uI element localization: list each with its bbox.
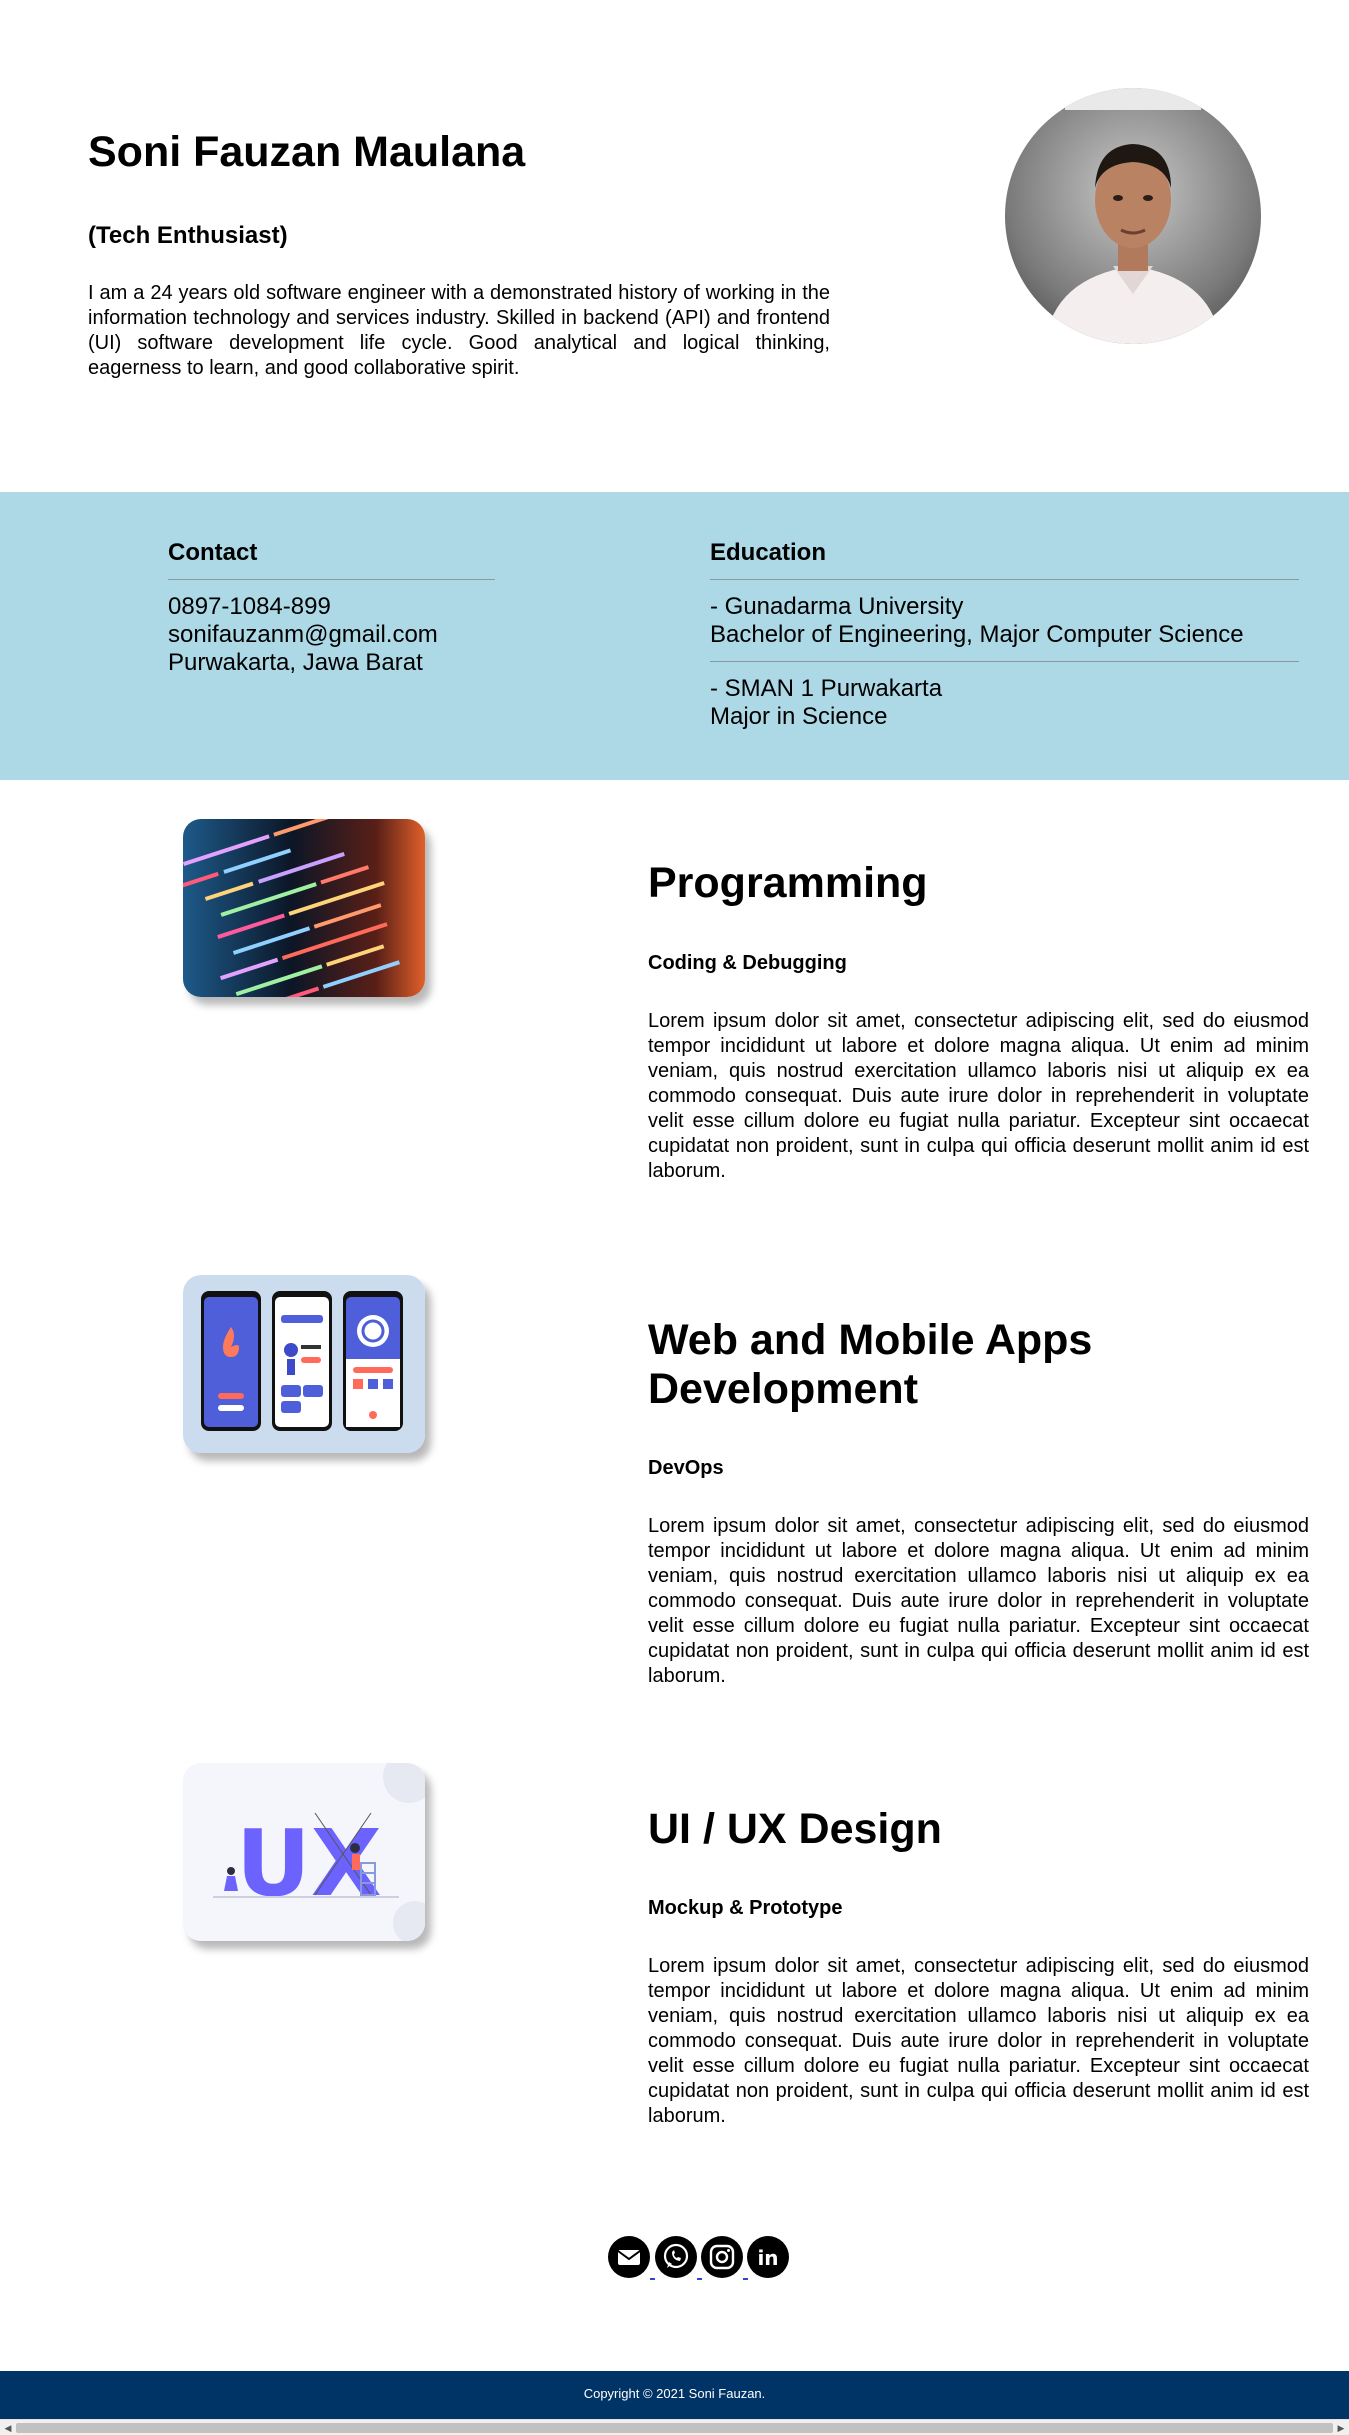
education-divider	[710, 579, 1299, 580]
service-subtitle: DevOps	[648, 1457, 724, 1479]
instagram-icon	[709, 2244, 735, 2270]
contact-title: Contact	[168, 539, 258, 566]
service-description: Lorem ipsum dolor sit amet, consectetur …	[648, 1955, 1309, 2127]
horizontal-scrollbar[interactable]: ◀ ▶	[0, 2419, 1349, 2435]
link-underline	[743, 2278, 748, 2280]
service-description: Lorem ipsum dolor sit amet, consectetur …	[648, 1515, 1309, 1687]
ux-illustration-image: UX	[183, 1763, 425, 1941]
hero-section: Soni Fauzan Maulana (Tech Enthusiast) I …	[0, 0, 1349, 492]
email-icon	[617, 2250, 641, 2265]
link-underline	[650, 2278, 655, 2280]
profile-name: Soni Fauzan Maulana	[88, 128, 526, 176]
service-subtitle: Mockup & Prototype	[648, 1897, 843, 1919]
profile-role: (Tech Enthusiast)	[88, 222, 288, 249]
linkedin-link[interactable]: in	[747, 2236, 789, 2278]
whatsapp-icon	[663, 2243, 689, 2269]
info-band: Contact 0897-1084-899 sonifauzanm@gmail.…	[0, 492, 1349, 780]
email-link[interactable]	[608, 2236, 650, 2278]
whatsapp-link[interactable]	[655, 2236, 697, 2278]
scroll-left-icon[interactable]: ◀	[0, 2421, 16, 2435]
education-school: - Gunadarma University	[710, 593, 964, 620]
service-title: Web and Mobile Apps Development	[648, 1316, 1093, 1413]
contact-email: sonifauzanm@gmail.com	[168, 621, 438, 648]
link-underline	[697, 2278, 702, 2280]
education-item-divider	[710, 661, 1299, 662]
education-detail: Bachelor of Engineering, Major Computer …	[710, 621, 1244, 648]
service-description: Lorem ipsum dolor sit amet, consectetur …	[648, 1010, 1309, 1182]
copyright-text: Copyright © 2021 Soni Fauzan.	[583, 2386, 766, 2401]
scroll-right-icon[interactable]: ▶	[1333, 2421, 1349, 2435]
linkedin-icon: in	[757, 2246, 778, 2270]
education-detail: Major in Science	[710, 703, 888, 730]
education-school: - SMAN 1 Purwakarta	[710, 675, 943, 702]
footer: Copyright © 2021 Soni Fauzan.	[0, 2371, 1349, 2419]
instagram-link[interactable]	[701, 2236, 743, 2278]
service-title: Programming	[648, 859, 928, 907]
service-subtitle: Coding & Debugging	[648, 952, 847, 974]
mobile-apps-image	[183, 1275, 425, 1453]
service-title: UI / UX Design	[648, 1805, 942, 1853]
scrollbar-thumb[interactable]	[16, 2423, 1333, 2433]
profile-bio: I am a 24 years old software engineer wi…	[88, 282, 830, 379]
contact-phone: 0897-1084-899	[168, 593, 331, 620]
profile-photo	[1005, 88, 1261, 344]
linkedin-glyph: in	[757, 2246, 778, 2270]
contact-location: Purwakarta, Jawa Barat	[168, 649, 423, 676]
programming-image	[183, 819, 425, 997]
education-title: Education	[710, 539, 827, 566]
contact-divider	[168, 579, 495, 580]
